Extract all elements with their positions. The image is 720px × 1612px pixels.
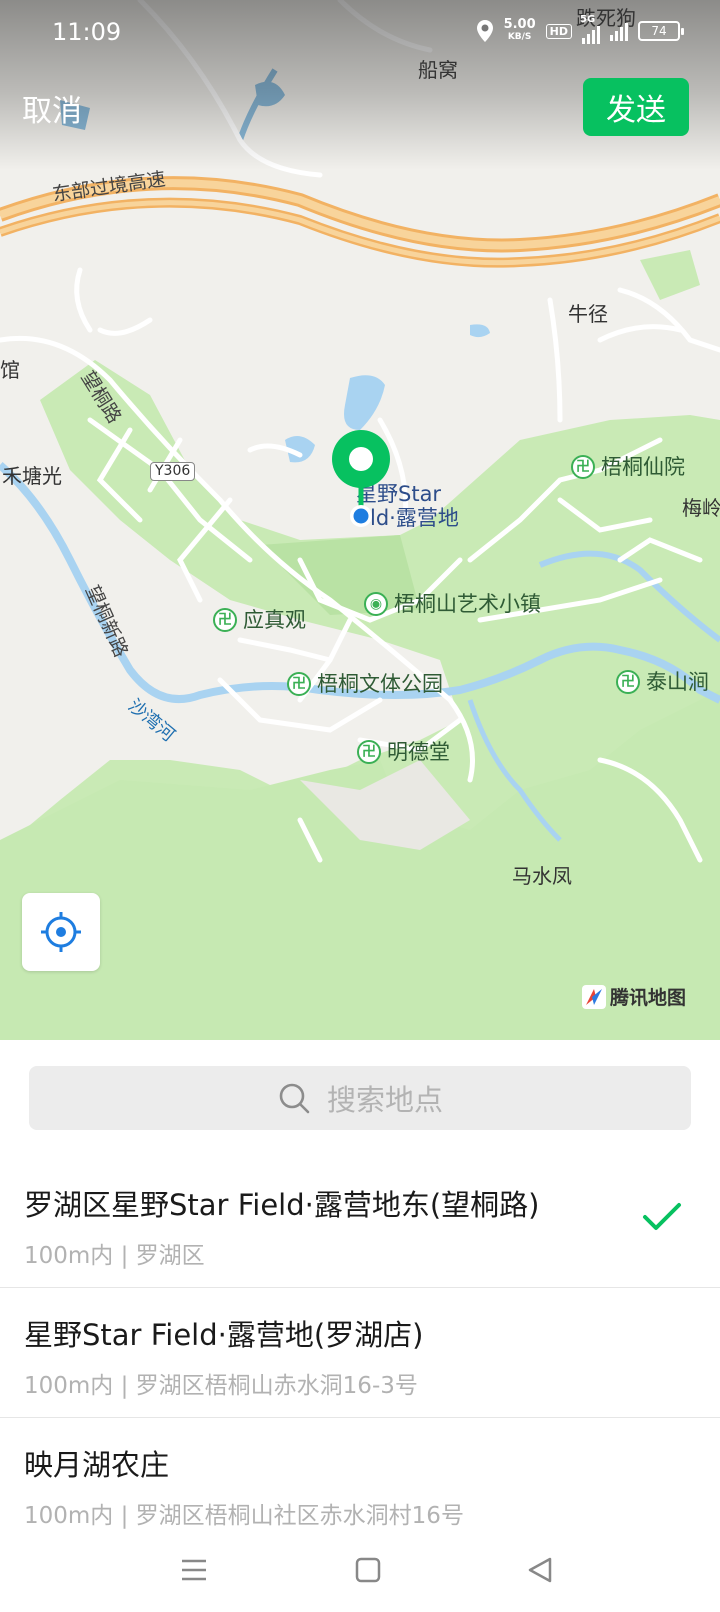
poi-wutong-park[interactable]: 卍 梧桐文体公园 [287,672,443,696]
net-speed-unit: KB/S [507,32,532,42]
road-shield-y306: Y306 [150,462,196,482]
temple-icon: 卍 [616,670,640,694]
net-speed-value: 5.00 [503,17,536,32]
map-view[interactable]: 船窝 跌死狗 牛径 禾塘光 梅岭 马水凤 馆 东部过境高速 望桐路 望桐新路 Y… [0,0,720,1040]
result-item-1[interactable]: 罗湖区星野Star Field·露营地东(望桐路) 100m内 | 罗湖区 [0,1158,720,1288]
search-input[interactable]: 搜索地点 [29,1066,691,1130]
signal-icon [610,21,628,41]
result-item-2[interactable]: 星野Star Field·露营地(罗湖店) 100m内 | 罗湖区梧桐山赤水洞1… [0,1288,720,1418]
poi-label: 梧桐仙院 [601,454,685,479]
my-location-button[interactable] [22,893,100,971]
result-title: 罗湖区星野Star Field·露营地东(望桐路) [24,1188,540,1222]
map-brand: 腾讯地图 [582,983,686,1010]
search-placeholder: 搜索地点 [326,1083,443,1117]
signal-5g-icon: 5G [580,14,600,44]
search-icon [279,1083,310,1114]
result-subtitle: 100m内 | 罗湖区梧桐山赤水洞16-3号 [24,1373,418,1399]
menu-icon [182,1559,206,1581]
place-label-niujing: 牛径 [568,302,608,326]
tencent-maps-logo-icon [582,984,606,1009]
result-subtitle: 100m内 | 罗湖区梧桐山社区赤水洞村16号 [24,1503,464,1529]
poi-label: 梧桐山艺术小镇 [394,591,541,616]
poi-wutong-xianyuan[interactable]: 卍 梧桐仙院 [571,455,685,479]
temple-icon: 卍 [213,608,237,632]
result-subtitle: 100m内 | 罗湖区 [24,1243,205,1269]
location-pin-icon [332,430,390,527]
crosshair-icon [41,912,81,952]
result-title: 映月湖农庄 [24,1448,170,1482]
status-icons: 5.00 KB/S HD 5G 74 [476,14,684,44]
temple-icon: 卍 [357,740,381,764]
poi-label: 泰山涧 [646,669,709,694]
poi-label: 应真观 [243,607,306,632]
map-brand-label: 腾讯地图 [610,987,687,1009]
park-icon: 卍 [287,672,311,696]
result-title: 星野Star Field·露营地(罗湖店) [24,1318,424,1352]
home-square-icon [355,1557,381,1583]
battery-icon: 74 [638,21,684,41]
poi-mingde[interactable]: 卍 明德堂 [357,740,450,764]
send-button[interactable]: 发送 [583,78,689,136]
poi-wutong-town[interactable]: ◉ 梧桐山艺术小镇 [364,592,541,616]
place-label-mashuifeng: 马水凤 [512,864,572,888]
poi-label: 梧桐文体公园 [317,671,443,696]
home-button[interactable] [346,1548,390,1592]
status-time: 11:09 [52,18,122,46]
place-label-hetangguang: 禾塘光 [2,464,62,488]
back-triangle-icon [528,1557,552,1583]
checkmark-icon [643,1203,681,1230]
place-label-chuanwo: 船窝 [418,58,458,82]
place-label-meiling: 梅岭 [682,496,720,520]
poi-taishan[interactable]: 卍 泰山涧 [616,670,709,694]
net-speed: 5.00 KB/S [503,17,536,43]
network-label: 5G [580,14,596,25]
result-item-3[interactable]: 映月湖农庄 100m内 | 罗湖区梧桐山社区赤水洞村16号 [0,1418,720,1548]
menu-button[interactable] [172,1548,216,1592]
cancel-button[interactable]: 取消 [22,86,82,130]
temple-icon: 卍 [571,455,595,479]
place-label-guan: 馆 [0,358,20,382]
back-button[interactable] [518,1548,562,1592]
poi-yingzhen[interactable]: 卍 应真观 [213,608,306,632]
poi-label: 明德堂 [387,739,450,764]
location-status-icon [476,20,493,42]
hd-badge: HD [545,23,572,39]
system-nav-bar [0,1530,720,1612]
camera-icon: ◉ [364,592,388,616]
